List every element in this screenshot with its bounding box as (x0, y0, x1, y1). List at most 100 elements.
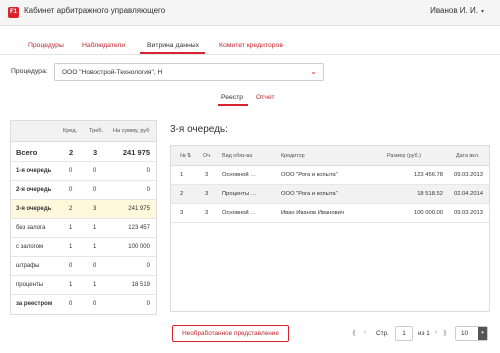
sort-icon: ⇅ (186, 153, 192, 159)
row-creditors: 1 (69, 225, 73, 231)
row-label: Всего (16, 148, 38, 157)
row-creditors: 0 (69, 301, 73, 307)
claims-table-header: №⇅ Оч. Вид обяз-ва Кредитор Размер (руб.… (171, 146, 489, 166)
tab-data-showcase[interactable]: Витрина данных (147, 42, 199, 49)
chevron-down-icon: ▾ (480, 9, 484, 15)
queue-title: 3-я очередь: (170, 124, 228, 135)
row-sum: 100 000 (128, 244, 150, 250)
tabs-divider (0, 54, 500, 55)
cell-date: 09.03.2013 (453, 210, 483, 216)
header-creditors: Кред. (63, 128, 78, 134)
summary-row[interactable]: штрафы 0 0 0 (11, 257, 156, 276)
summary-row-selected[interactable]: 3-я очередь 2 3 241 975 (11, 200, 156, 219)
row-creditors: 2 (69, 206, 73, 212)
row-sum: 0 (146, 187, 150, 193)
header-amount[interactable]: Размер (руб.) (387, 153, 421, 159)
cell-creditor: Иван Иванов Иванович (281, 210, 344, 216)
summary-header: Кред. Треб. На сумму, руб (11, 121, 156, 142)
cell-amount: 123 456.78 (413, 172, 443, 178)
row-claims: 0 (93, 168, 97, 174)
row-sum: 123 457 (128, 225, 150, 231)
header-number[interactable]: №⇅ (180, 153, 191, 159)
summary-row[interactable]: с залогом 1 1 100 000 (11, 238, 156, 257)
top-bar: F1 Кабинет арбитражного управляющего Ива… (0, 0, 500, 26)
cell-date: 02.04.2014 (453, 191, 483, 197)
subtab-registry[interactable]: Реестр (221, 94, 243, 101)
row-label: 3-я очередь (16, 206, 52, 212)
chevron-down-icon: ⌄ (310, 67, 317, 76)
row-claims: 3 (93, 148, 98, 157)
row-sum: 241 975 (128, 206, 150, 212)
subtab-report[interactable]: Отчет (256, 94, 275, 101)
cell-queue: 3 (205, 191, 209, 197)
page-size-select[interactable]: 10 ▾ (455, 326, 488, 341)
procedure-label: Процедура: (11, 68, 48, 75)
row-claims: 1 (93, 282, 97, 288)
row-label: 2-я очередь (16, 187, 52, 193)
tab-observers[interactable]: Наблюдатели (82, 42, 125, 49)
claims-table: №⇅ Оч. Вид обяз-ва Кредитор Размер (руб.… (170, 145, 490, 312)
tab-creditors-committee[interactable]: Комитет кредиторов (219, 42, 283, 49)
row-claims: 1 (93, 244, 97, 250)
table-row[interactable]: 3 3 Основной … Иван Иванов Иванович 100 … (171, 204, 489, 223)
summary-row[interactable]: 2-я очередь 0 0 0 (11, 181, 156, 200)
row-label: с залогом (16, 244, 44, 250)
row-creditors: 0 (69, 168, 73, 174)
cell-amount: 100 000.00 (413, 210, 443, 216)
row-sum: 0 (146, 168, 150, 174)
cell-amount: 18 518.52 (417, 191, 443, 197)
row-sum: 0 (146, 263, 150, 269)
cell-number: 2 (180, 191, 184, 197)
row-sum: 0 (146, 301, 150, 307)
first-page-icon[interactable]: ⟪ (352, 329, 356, 337)
active-subtab-indicator (218, 104, 248, 106)
row-claims: 0 (93, 263, 97, 269)
summary-row[interactable]: без залога 1 1 123 457 (11, 219, 156, 238)
row-sum: 241 975 (122, 148, 150, 157)
row-label: без залога (16, 225, 46, 231)
next-page-icon[interactable]: › (435, 329, 437, 336)
chevron-down-icon: ▾ (478, 327, 487, 340)
header-sum: На сумму, руб (113, 128, 150, 134)
page-count: из 1 (418, 330, 430, 337)
procedure-value: ООО "Новострой-Технология", Н (62, 69, 163, 76)
header-queue[interactable]: Оч. (203, 153, 212, 159)
row-claims: 1 (93, 225, 97, 231)
row-claims: 0 (93, 187, 97, 193)
raw-view-button[interactable]: Необработанное представление (172, 325, 289, 342)
last-page-icon[interactable]: ⟫ (443, 329, 447, 337)
app-logo: F1 (8, 7, 19, 18)
summary-row[interactable]: за реестром 0 0 0 (11, 295, 156, 314)
table-row[interactable]: 2 3 Проценты … ООО "Рога и копыта" 18 51… (171, 185, 489, 204)
header-obligation-type[interactable]: Вид обяз-ва (222, 153, 252, 159)
table-row[interactable]: 1 3 Основной … ООО "Рога и копыта" 123 4… (171, 166, 489, 185)
row-creditors: 0 (69, 187, 73, 193)
row-label: штрафы (16, 263, 40, 269)
cell-obligation-type: Основной … (222, 172, 256, 178)
page-size-value: 10 (461, 330, 469, 337)
header-creditor[interactable]: Кредитор (281, 153, 305, 159)
user-name: Иванов И. И. (430, 6, 478, 15)
page-input[interactable]: 1 (395, 326, 413, 341)
header-date[interactable]: Дата вкл. (456, 153, 479, 159)
row-label: проценты (16, 282, 44, 288)
summary-table: Кред. Треб. На сумму, руб Всего 2 3 241 … (10, 120, 157, 315)
row-claims: 0 (93, 301, 97, 307)
cell-queue: 3 (205, 210, 209, 216)
row-creditors: 2 (69, 148, 74, 157)
cell-obligation-type: Проценты … (222, 191, 257, 197)
row-sum: 18 519 (131, 282, 150, 288)
summary-row[interactable]: проценты 1 1 18 519 (11, 276, 156, 295)
row-creditors: 1 (69, 282, 73, 288)
summary-row-total: Всего 2 3 241 975 (11, 142, 156, 162)
app-title: Кабинет арбитражного управляющего (24, 6, 166, 15)
procedure-select[interactable]: ООО "Новострой-Технология", Н ⌄ (54, 63, 324, 81)
cell-number: 1 (180, 172, 184, 178)
tab-procedures[interactable]: Процедуры (28, 42, 64, 49)
row-creditors: 0 (69, 263, 73, 269)
summary-row[interactable]: 1-я очередь 0 0 0 (11, 162, 156, 181)
row-label: 1-я очередь (16, 168, 52, 174)
prev-page-icon[interactable]: ‹ (364, 329, 366, 336)
user-menu[interactable]: Иванов И. И. ▾ (430, 6, 484, 15)
cell-creditor: ООО "Рога и копыта" (281, 172, 338, 178)
